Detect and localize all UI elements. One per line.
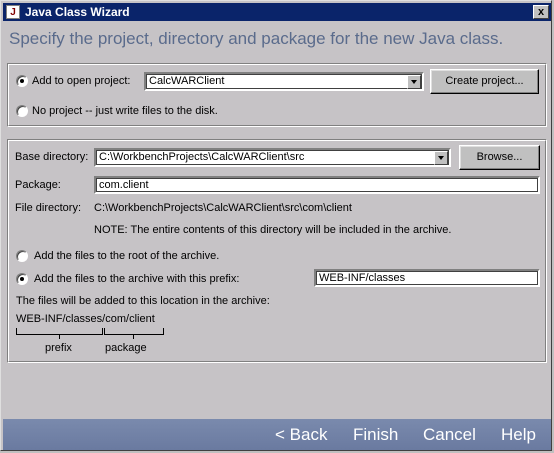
no-project-radio[interactable] [16, 105, 28, 117]
project-group: Add to open project: CalcWARClient Creat… [7, 63, 547, 127]
prefix-archive-label: Add the files to the archive with this p… [34, 273, 240, 285]
base-directory-label: Base directory: [15, 151, 89, 163]
add-to-project-label: Add to open project: [32, 75, 131, 87]
chevron-down-icon[interactable] [407, 75, 421, 89]
package-caption: package [105, 342, 147, 354]
title-bar: J Java Class Wizard x [3, 3, 551, 21]
archive-path-example: WEB-INF/classes/com/client [16, 313, 155, 325]
prefix-caption: prefix [45, 342, 72, 354]
package-bracket-mid [133, 334, 134, 339]
file-directory-label: File directory: [15, 202, 82, 214]
prefix-bracket-mid [59, 334, 60, 339]
cancel-button[interactable]: Cancel [423, 425, 476, 445]
finish-button[interactable]: Finish [353, 425, 398, 445]
package-label: Package: [15, 179, 61, 191]
project-combo[interactable]: CalcWARClient [144, 72, 424, 91]
close-button[interactable]: x [533, 5, 549, 19]
prefix-field[interactable]: WEB-INF/classes [314, 269, 540, 287]
prefix-archive-radio[interactable] [16, 273, 28, 285]
archive-note: NOTE: The entire contents of this direct… [94, 224, 452, 236]
create-project-button[interactable]: Create project... [430, 69, 539, 94]
prefix-bracket-right [102, 328, 103, 335]
wizard-window: J Java Class Wizard x Specify the projec… [0, 0, 552, 451]
help-button[interactable]: Help [501, 425, 536, 445]
location-description: The files will be added to this location… [16, 295, 270, 307]
root-archive-label: Add the files to the root of the archive… [34, 250, 220, 262]
file-directory-value: C:\WorkbenchProjects\CalcWARClient\src\c… [94, 202, 352, 214]
package-field[interactable]: com.client [94, 176, 540, 194]
base-directory-combo[interactable]: C:\WorkbenchProjects\CalcWARClient\src [94, 148, 451, 167]
root-archive-radio[interactable] [16, 250, 28, 262]
back-button[interactable]: < Back [275, 425, 327, 445]
no-project-label: No project -- just write files to the di… [32, 105, 218, 117]
window-title: Java Class Wizard [25, 5, 130, 19]
navigation-bar: < Back Finish Cancel Help [3, 419, 551, 450]
project-combo-value: CalcWARClient [149, 75, 225, 87]
add-to-project-radio[interactable] [16, 75, 28, 87]
page-heading: Specify the project, directory and packa… [9, 29, 504, 48]
java-app-icon: J [6, 5, 20, 19]
chevron-down-icon[interactable] [434, 151, 448, 165]
browse-button[interactable]: Browse... [459, 145, 540, 170]
location-group: Base directory: C:\WorkbenchProjects\Cal… [7, 139, 547, 363]
base-directory-value: C:\WorkbenchProjects\CalcWARClient\src [99, 151, 305, 163]
package-bracket-right [163, 328, 164, 335]
